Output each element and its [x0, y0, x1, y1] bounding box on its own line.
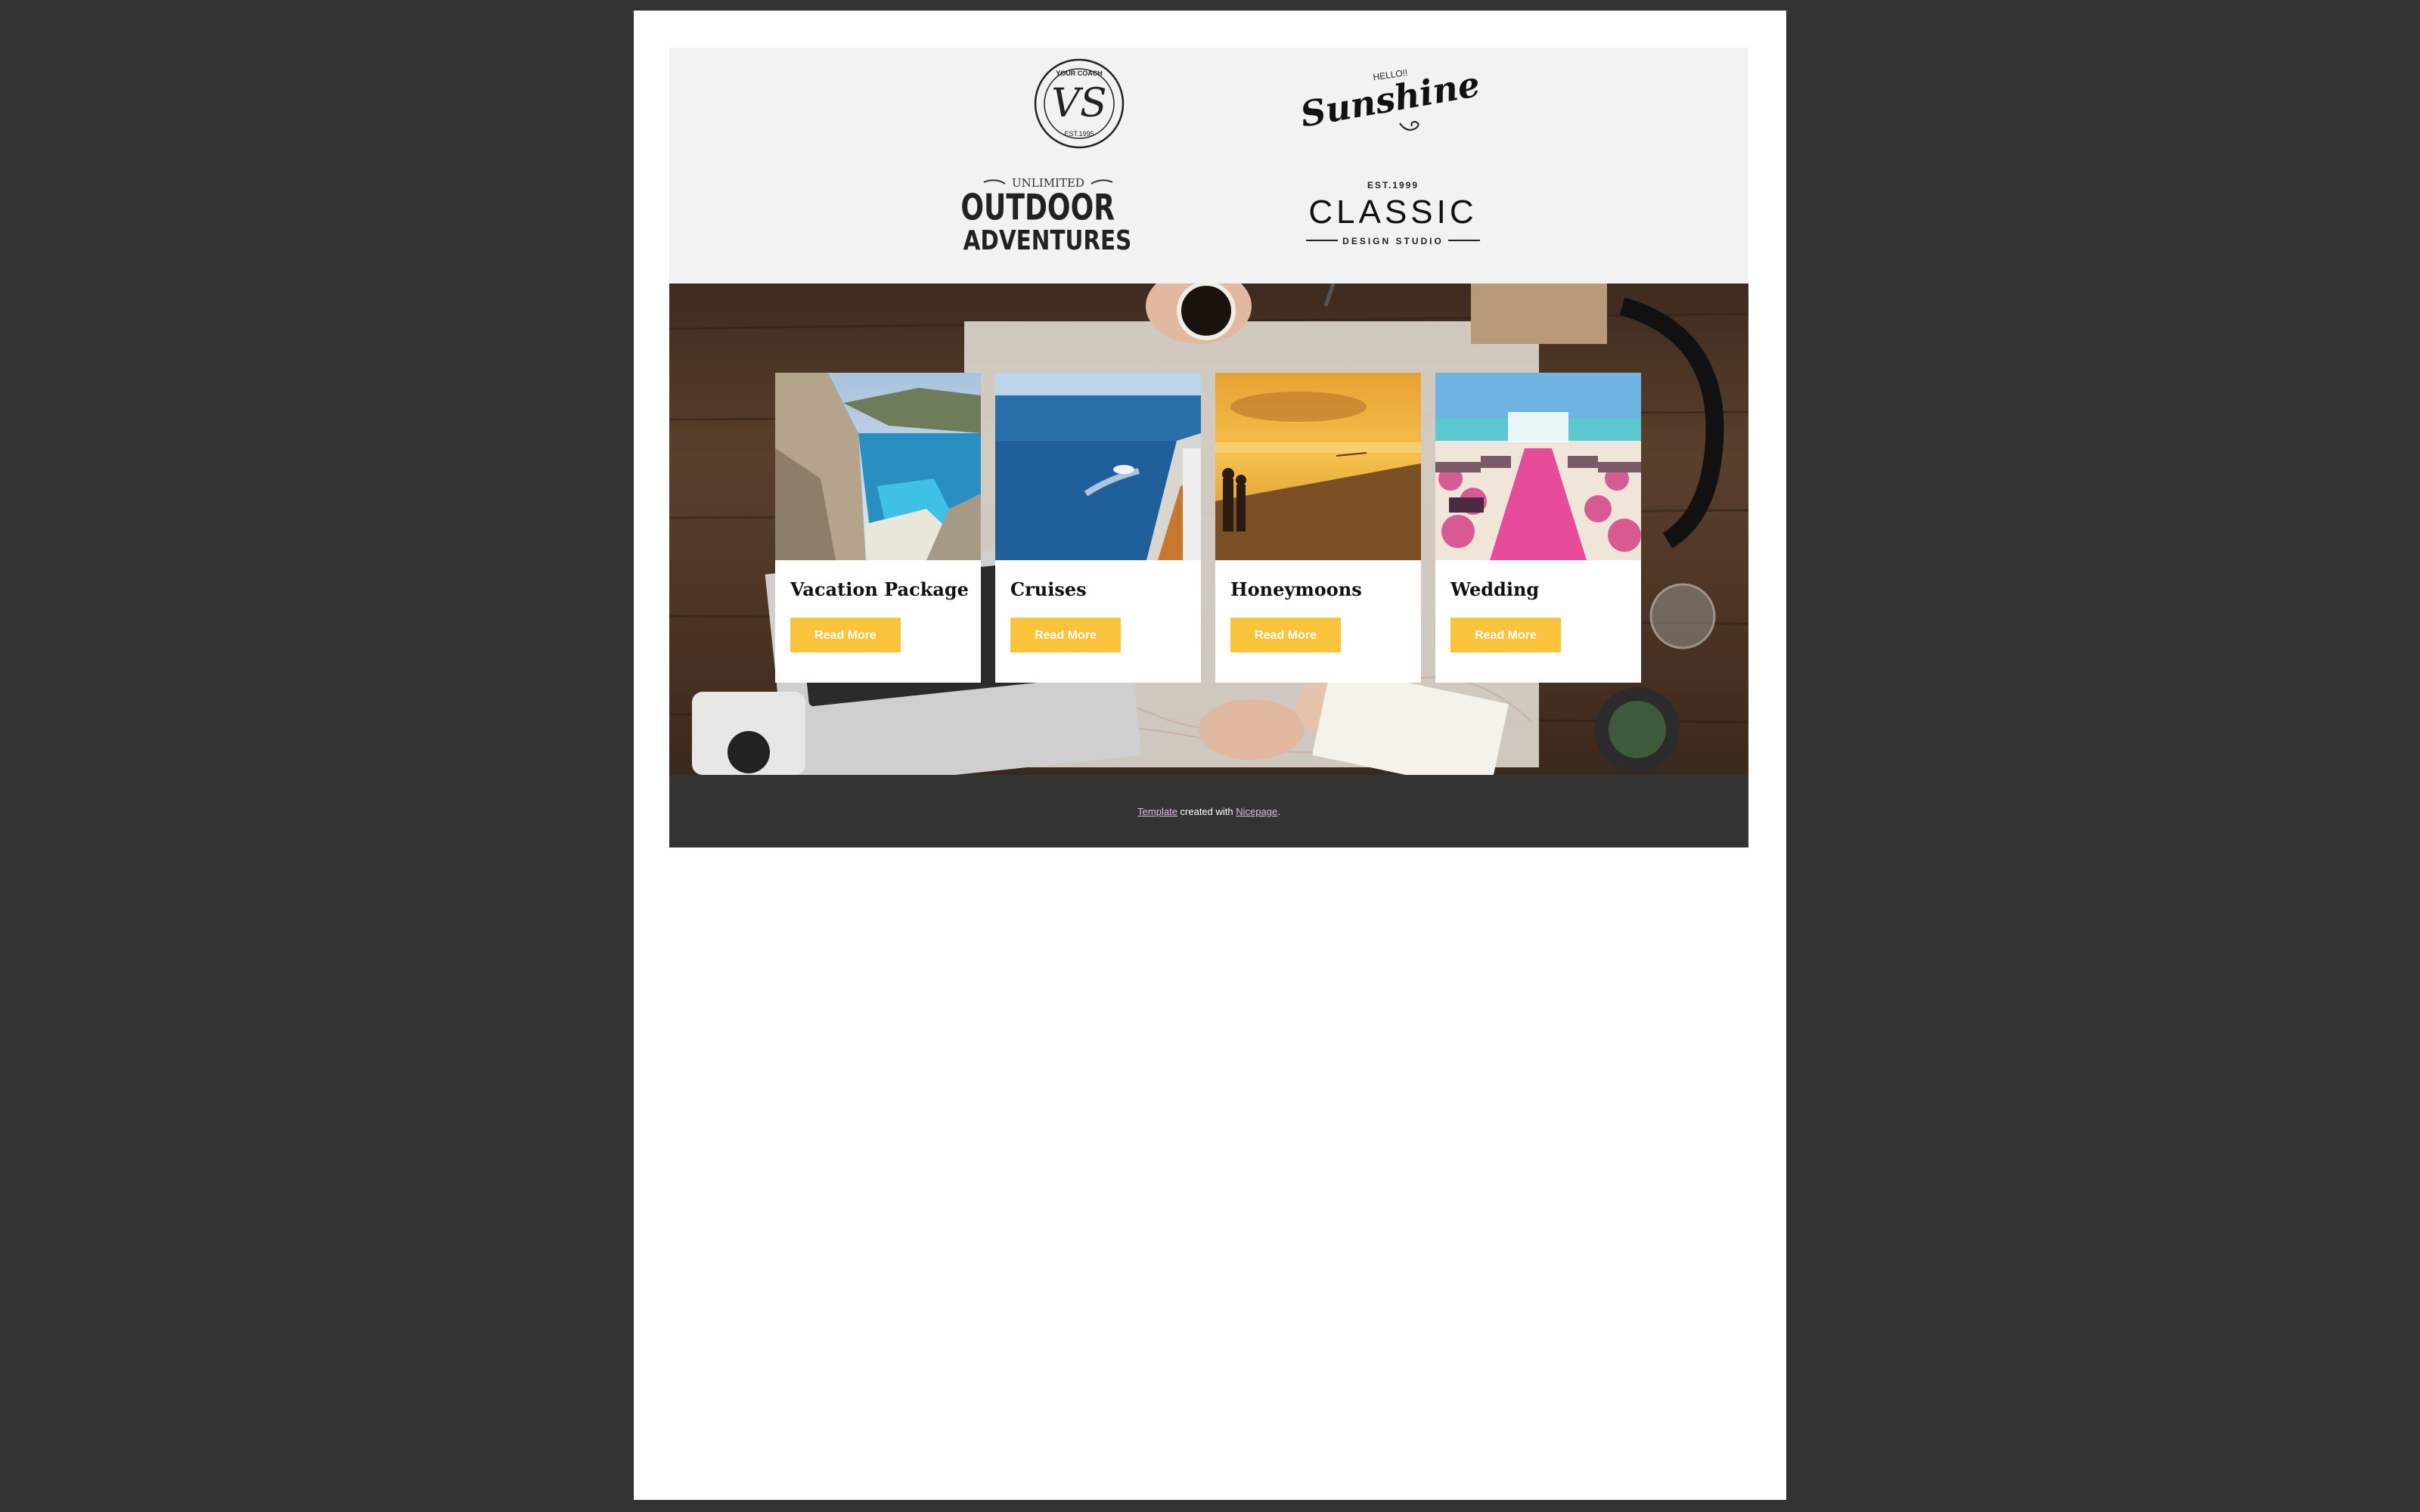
cliff-beach-photo — [775, 373, 981, 560]
read-more-button[interactable]: Read More — [1230, 618, 1341, 652]
beach-wedding-aisle-photo — [1435, 373, 1641, 560]
footer-period: . — [1277, 805, 1280, 817]
footer-created-with: created with — [1177, 805, 1236, 817]
card-wedding: Wedding Read More — [1435, 373, 1641, 683]
read-more-button[interactable]: Read More — [1450, 618, 1561, 652]
vs-logo-monogram: VS — [1051, 81, 1106, 126]
outdoor-logo-word1: OUTDOOR — [960, 187, 1115, 228]
read-more-button[interactable]: Read More — [790, 618, 901, 652]
card-cruises: Cruises Read More — [995, 373, 1201, 683]
vs-logo-bottom-text: EST.1995 — [1064, 130, 1094, 138]
vs-coach-logo: YOUR COACH VS EST.1995 — [1030, 54, 1128, 153]
couple-sunset-beach-photo — [1215, 373, 1421, 560]
card-vacation-package: Vacation Package Read More — [775, 373, 981, 683]
page-container: YOUR COACH VS EST.1995 HELLO!! Sunshine … — [634, 11, 1786, 1500]
classic-logo-est: EST.1999 — [1367, 180, 1419, 191]
card-title: Cruises — [1010, 578, 1087, 600]
template-link[interactable]: Template — [1137, 806, 1177, 817]
hero-desk-section: Vacation Package Read More Cruises Read … — [669, 284, 1748, 775]
footer: Template created with Nicepage. — [669, 775, 1748, 847]
card-honeymoons: Honeymoons Read More — [1215, 373, 1421, 683]
nicepage-link[interactable]: Nicepage — [1236, 806, 1277, 817]
cruise-ship-sea-photo — [995, 373, 1201, 560]
logo-strip: YOUR COACH VS EST.1995 HELLO!! Sunshine … — [669, 48, 1748, 284]
classic-design-studio-logo: EST.1999 CLASSIC DESIGN STUDIO — [1298, 178, 1488, 253]
card-title: Honeymoons — [1230, 578, 1362, 600]
classic-logo-sub: DESIGN STUDIO — [1342, 236, 1444, 246]
outdoor-logo-word2: ADVENTURES — [963, 225, 1132, 256]
classic-logo-word: CLASSIC — [1308, 194, 1477, 231]
card-title: Vacation Package — [790, 578, 969, 600]
outdoor-adventures-logo: UNLIMITED OUTDOOR ADVENTURES — [960, 176, 1131, 259]
card-title: Wedding — [1450, 578, 1540, 600]
footer-text: Template created with Nicepage. — [1137, 806, 1280, 817]
sunshine-logo: HELLO!! Sunshine — [1298, 61, 1483, 144]
vs-logo-top-text: YOUR COACH — [1056, 70, 1103, 77]
read-more-button[interactable]: Read More — [1010, 618, 1121, 652]
